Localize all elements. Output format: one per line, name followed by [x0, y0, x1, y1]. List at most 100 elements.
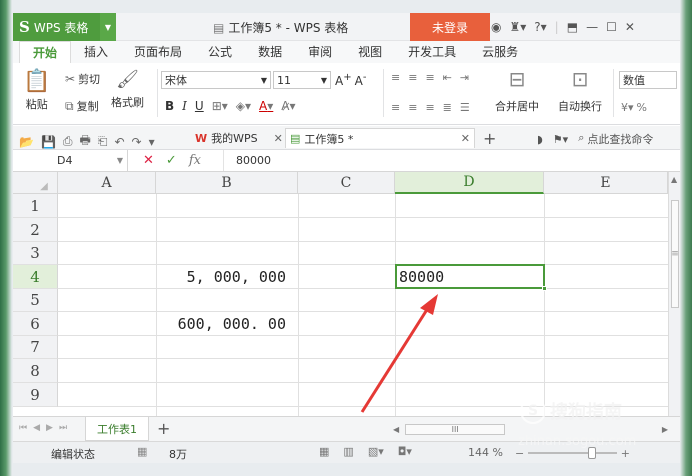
merge-center-button[interactable]: ⊟ 合并居中: [495, 69, 539, 114]
add-sheet-button[interactable]: +: [157, 419, 170, 438]
row-header-6[interactable]: 6: [13, 312, 58, 336]
row-header-9[interactable]: 9: [13, 383, 58, 407]
justify-icon[interactable]: ≣: [443, 101, 452, 114]
name-box[interactable]: D4 ▼: [13, 150, 128, 171]
column-header-b[interactable]: B: [156, 172, 298, 194]
italic-button[interactable]: I: [182, 99, 187, 113]
login-button[interactable]: 未登录: [410, 13, 490, 41]
cell-d4[interactable]: 80000: [399, 265, 444, 289]
maximize-icon[interactable]: ☐: [606, 20, 617, 34]
tab-formulas[interactable]: 公式: [195, 41, 245, 63]
select-all-corner[interactable]: ◢: [13, 172, 58, 194]
last-sheet-icon[interactable]: ⏭: [59, 423, 67, 433]
row-header-3[interactable]: 3: [13, 242, 58, 265]
customize-icon[interactable]: ▾: [149, 135, 155, 149]
tab-review[interactable]: 审阅: [295, 41, 345, 63]
search-command[interactable]: ⌕ 点此查找命令: [578, 131, 653, 147]
fill-handle[interactable]: [542, 286, 547, 291]
align-left-icon[interactable]: ≡: [391, 101, 400, 114]
new-tab-button[interactable]: +: [479, 128, 500, 148]
column-header-e[interactable]: E: [544, 172, 668, 194]
row-header-5[interactable]: 5: [13, 289, 58, 312]
tab-page-layout[interactable]: 页面布局: [121, 41, 195, 63]
font-name-select[interactable]: 宋体 ▼: [161, 71, 271, 89]
tab-cloud[interactable]: 云服务: [469, 41, 531, 63]
scroll-left-icon[interactable]: ◀: [393, 425, 399, 434]
paste-button[interactable]: 📋 粘贴: [23, 71, 50, 112]
decrease-font-icon[interactable]: A-: [355, 72, 367, 88]
fill-color-icon[interactable]: ◈▾: [236, 99, 251, 113]
column-header-a[interactable]: A: [58, 172, 156, 194]
distribute-icon[interactable]: ☰: [460, 101, 470, 114]
align-center-icon[interactable]: ≡: [408, 101, 417, 114]
close-icon[interactable]: ✕: [461, 132, 470, 145]
indent-decrease-icon[interactable]: ⇤: [443, 71, 452, 84]
cut-button[interactable]: ✂ 剪切: [65, 71, 100, 87]
row-header-8[interactable]: 8: [13, 359, 58, 383]
column-header-c[interactable]: C: [298, 172, 395, 194]
tab-home[interactable]: 开始: [19, 41, 72, 63]
close-icon[interactable]: ✕: [274, 132, 283, 145]
formula-input[interactable]: 80000: [223, 150, 678, 171]
bold-button[interactable]: B: [165, 99, 174, 113]
cell-b6[interactable]: 600, 000. 00: [156, 312, 286, 336]
row-header-4[interactable]: 4: [13, 265, 58, 289]
minimize-icon[interactable]: —: [586, 20, 598, 34]
align-top-icon[interactable]: ≡: [391, 71, 400, 84]
next-sheet-icon[interactable]: ▶: [46, 423, 53, 433]
scroll-thumb[interactable]: ≡: [671, 200, 679, 308]
close-icon[interactable]: ✕: [625, 20, 635, 34]
wrap-text-button[interactable]: ⊡ 自动换行: [558, 69, 602, 114]
tab-developer[interactable]: 开发工具: [395, 41, 469, 63]
scroll-up-icon[interactable]: ▲: [671, 175, 677, 184]
currency-icon[interactable]: ¥▾: [621, 101, 634, 114]
vertical-scrollbar[interactable]: ▲ ≡: [668, 172, 680, 416]
export-pdf-icon[interactable]: ⎙: [63, 134, 73, 149]
confirm-icon[interactable]: ✓: [166, 153, 177, 168]
clear-format-icon[interactable]: A̷▾: [281, 99, 295, 113]
eye-protect-icon[interactable]: ◘▾: [398, 445, 412, 458]
h-scroll-thumb[interactable]: III: [405, 423, 506, 435]
cell-b4[interactable]: 5, 000, 000: [156, 265, 286, 289]
open-icon[interactable]: 📂: [19, 135, 34, 149]
print-preview-icon[interactable]: ⎗: [98, 134, 108, 149]
column-header-d[interactable]: D: [395, 172, 544, 194]
normal-view-icon[interactable]: ▦: [319, 445, 329, 458]
tab-list-icon[interactable]: ◗: [537, 133, 543, 146]
chevron-down-icon[interactable]: ▼: [100, 13, 116, 41]
tab-mywps[interactable]: W 我的WPS ✕: [191, 128, 287, 148]
border-icon[interactable]: ⊞▾: [212, 99, 228, 113]
row-header-1[interactable]: 1: [13, 194, 58, 218]
cancel-icon[interactable]: ✕: [143, 153, 154, 168]
undo-icon[interactable]: ↶: [114, 135, 124, 149]
format-painter-button[interactable]: 🖌 格式刷: [111, 71, 144, 110]
save-icon[interactable]: 💾: [41, 135, 56, 149]
page-break-view-icon[interactable]: ▧▾: [368, 445, 384, 458]
zoom-track[interactable]: [528, 447, 617, 459]
prev-sheet-icon[interactable]: ◀: [33, 423, 40, 433]
number-format-select[interactable]: 数值: [619, 71, 677, 89]
font-size-select[interactable]: 11 ▼: [273, 71, 331, 89]
flag-icon[interactable]: ⚑▾: [553, 133, 568, 146]
align-middle-icon[interactable]: ≡: [408, 71, 417, 84]
help-icon[interactable]: ?▾: [534, 20, 546, 34]
spreadsheet-grid[interactable]: ◢ A B C D E 1 2 3 4 5 6 7 8 9 80000 5, 0…: [13, 172, 668, 416]
restore-ribbon-icon[interactable]: ⬒: [567, 20, 578, 34]
insert-function-button[interactable]: fx: [189, 153, 201, 168]
increase-font-icon[interactable]: A+: [335, 72, 352, 88]
align-right-icon[interactable]: ≡: [425, 101, 434, 114]
first-sheet-icon[interactable]: ⏮: [19, 423, 27, 433]
underline-button[interactable]: U: [195, 99, 204, 113]
row-header-2[interactable]: 2: [13, 218, 58, 242]
scroll-right-icon[interactable]: ▶: [662, 425, 668, 434]
redo-icon[interactable]: ↷: [132, 135, 142, 149]
tab-document[interactable]: ▤ 工作簿5 * ✕: [285, 128, 475, 148]
sheet-tab-1[interactable]: 工作表1: [85, 417, 149, 441]
percent-button[interactable]: %: [637, 101, 647, 114]
skin-icon[interactable]: ◉: [491, 20, 501, 34]
print-icon[interactable]: 🖶: [80, 131, 91, 152]
font-color-icon[interactable]: A▾: [259, 99, 273, 113]
page-layout-view-icon[interactable]: ▥: [343, 445, 353, 458]
tab-data[interactable]: 数据: [245, 41, 295, 63]
indent-increase-icon[interactable]: ⇥: [460, 71, 469, 84]
